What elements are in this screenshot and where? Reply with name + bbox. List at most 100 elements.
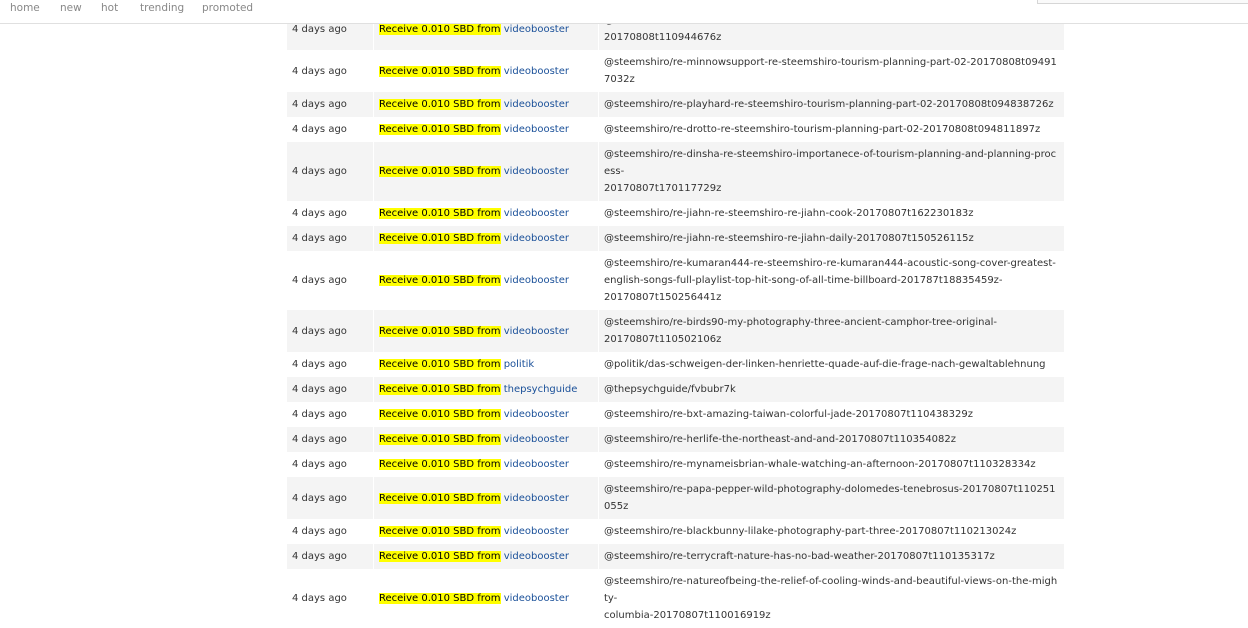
row-operation: Receive 0.010 SBD from videobooster <box>373 226 598 251</box>
row-memo: @steemshiro/re-drotto-re-steemshiro-tour… <box>598 117 1064 142</box>
transfer-rows: 4 days ago Receive 0.010 SBD from videobo… <box>286 8 1064 628</box>
nav-promoted-link[interactable]: promoted <box>202 2 253 14</box>
operation-label: Receive 0.010 SBD from <box>379 384 501 395</box>
sender-link[interactable]: videobooster <box>504 233 569 244</box>
sender-link[interactable]: videobooster <box>504 124 569 135</box>
table-row: 4 days ago Receive 0.010 SBD from videobo… <box>286 142 1064 201</box>
row-operation: Receive 0.010 SBD from videobooster <box>373 50 598 92</box>
operation-label: Receive 0.010 SBD from <box>379 593 501 604</box>
nav-trending-link[interactable]: trending <box>140 2 184 14</box>
operation-label: Receive 0.010 SBD from <box>379 23 501 35</box>
memo-line: @steemshiro/re-jiahn-re-steemshiro-re-ji… <box>604 208 974 219</box>
row-memo: @steemshiro/re-playhard-re-steemshiro-to… <box>598 92 1064 117</box>
operation-label: Receive 0.010 SBD from <box>379 359 501 370</box>
row-memo: @steemshiro/re-natureofbeing-the-relief-… <box>598 569 1064 628</box>
sender-link[interactable]: videobooster <box>504 409 569 420</box>
nav-home-link[interactable]: home <box>10 2 40 14</box>
memo-line: @thepsychguide/fvbubr7k <box>604 384 736 395</box>
sender-link[interactable]: thepsychguide <box>504 384 578 395</box>
table-row: 4 days ago Receive 0.010 SBD from videobo… <box>286 427 1064 452</box>
operation-label: Receive 0.010 SBD from <box>379 492 501 504</box>
row-memo: @steemshiro/re-kumaran444-re-steemshiro-… <box>598 251 1064 310</box>
row-timestamp: 4 days ago <box>286 251 373 310</box>
row-operation: Receive 0.010 SBD from videobooster <box>373 402 598 427</box>
row-operation: Receive 0.010 SBD from videobooster <box>373 117 598 142</box>
row-timestamp: 4 days ago <box>286 402 373 427</box>
sender-link[interactable]: videobooster <box>504 24 569 35</box>
memo-line: @steemshiro/re-papa-pepper-wild-photogra… <box>604 484 1056 512</box>
table-row: 4 days ago Receive 0.010 SBD from videobo… <box>286 544 1064 569</box>
table-row: 4 days ago Receive 0.010 SBD from videobo… <box>286 117 1064 142</box>
sender-link[interactable]: videobooster <box>504 526 569 537</box>
row-timestamp: 4 days ago <box>286 569 373 628</box>
row-timestamp: 4 days ago <box>286 452 373 477</box>
row-operation: Receive 0.010 SBD from videobooster <box>373 569 598 628</box>
sender-link[interactable]: videobooster <box>504 434 569 445</box>
operation-label: Receive 0.010 SBD from <box>379 434 501 445</box>
row-operation: Receive 0.010 SBD from videobooster <box>373 519 598 544</box>
operation-label: Receive 0.010 SBD from <box>379 459 501 470</box>
row-timestamp: 4 days ago <box>286 226 373 251</box>
nav-hot-link[interactable]: hot <box>101 2 118 14</box>
row-timestamp: 4 days ago <box>286 544 373 569</box>
row-operation: Receive 0.010 SBD from thepsychguide <box>373 377 598 402</box>
operation-label: Receive 0.010 SBD from <box>379 124 501 135</box>
row-memo: @steemshiro/re-bxt-amazing-taiwan-colorf… <box>598 402 1064 427</box>
memo-line: @politik/das-schweigen-der-linken-henrie… <box>604 359 1046 370</box>
sender-link[interactable]: videobooster <box>504 275 569 286</box>
memo-line: @steemshiro/re-blackbunny-lilake-photogr… <box>604 526 1017 537</box>
row-timestamp: 4 days ago <box>286 201 373 226</box>
operation-label: Receive 0.010 SBD from <box>379 526 501 537</box>
operation-label: Receive 0.010 SBD from <box>379 208 501 219</box>
table-row: 4 days ago Receive 0.010 SBD from videobo… <box>286 92 1064 117</box>
memo-line: 20170808t110944676z <box>604 32 722 43</box>
row-memo: @steemshiro/re-herlife-the-northeast-and… <box>598 427 1064 452</box>
sender-link[interactable]: videobooster <box>504 208 569 219</box>
table-row: 4 days ago Receive 0.010 SBD from videobo… <box>286 310 1064 352</box>
operation-label: Receive 0.010 SBD from <box>379 275 501 286</box>
row-memo: @steemshiro/re-birds90-my-photography-th… <box>598 310 1064 352</box>
sender-link[interactable]: politik <box>504 359 535 370</box>
row-operation: Receive 0.010 SBD from videobooster <box>373 201 598 226</box>
row-operation: Receive 0.010 SBD from videobooster <box>373 251 598 310</box>
sender-link[interactable]: videobooster <box>504 493 569 504</box>
memo-line: @steemshiro/re-birds90-my-photography-th… <box>604 317 998 328</box>
row-operation: Receive 0.010 SBD from videobooster <box>373 544 598 569</box>
row-timestamp: 4 days ago <box>286 352 373 377</box>
row-operation: Receive 0.010 SBD from videobooster <box>373 427 598 452</box>
row-timestamp: 4 days ago <box>286 117 373 142</box>
table-row: 4 days ago Receive 0.010 SBD from videobo… <box>286 569 1064 628</box>
row-timestamp: 4 days ago <box>286 92 373 117</box>
row-memo: @steemshiro/re-jiahn-re-steemshiro-re-ji… <box>598 201 1064 226</box>
row-timestamp: 4 days ago <box>286 519 373 544</box>
sender-link[interactable]: videobooster <box>504 166 569 177</box>
table-row: 4 days ago Receive 0.010 SBD from videobo… <box>286 519 1064 544</box>
row-timestamp: 4 days ago <box>286 427 373 452</box>
operation-label: Receive 0.010 SBD from <box>379 325 501 337</box>
sender-link[interactable]: videobooster <box>504 99 569 110</box>
memo-line: @steemshiro/re-natureofbeing-the-relief-… <box>604 576 1058 604</box>
row-memo: @steemshiro/re-papa-pepper-wild-photogra… <box>598 477 1064 519</box>
table-row: 4 days ago Receive 0.010 SBD from videobo… <box>286 251 1064 310</box>
top-navigation: home new hot trending promoted <box>0 0 1248 24</box>
memo-line: @steemshiro/re-drotto-re-steemshiro-tour… <box>604 124 1041 135</box>
row-timestamp: 4 days ago <box>286 477 373 519</box>
memo-line: english-songs-full-playlist-top-hit-song… <box>604 275 1003 286</box>
sender-link[interactable]: videobooster <box>504 459 569 470</box>
row-operation: Receive 0.010 SBD from videobooster <box>373 92 598 117</box>
dropdown-panel-edge <box>1037 0 1248 4</box>
row-memo: @politik/das-schweigen-der-linken-henrie… <box>598 352 1064 377</box>
row-timestamp: 4 days ago <box>286 50 373 92</box>
table-row: 4 days ago Receive 0.010 SBD from videobo… <box>286 477 1064 519</box>
transfer-table: 4 days ago Receive 0.010 SBD from videobo… <box>286 8 1064 628</box>
operation-label: Receive 0.010 SBD from <box>379 233 501 244</box>
memo-line: @steemshiro/re-herlife-the-northeast-and… <box>604 434 957 445</box>
sender-link[interactable]: videobooster <box>504 593 569 604</box>
memo-line: @steemshiro/re-bxt-amazing-taiwan-colorf… <box>604 409 973 420</box>
nav-new-link[interactable]: new <box>60 2 82 14</box>
sender-link[interactable]: videobooster <box>504 66 569 77</box>
sender-link[interactable]: videobooster <box>504 551 569 562</box>
row-timestamp: 4 days ago <box>286 377 373 402</box>
transfer-history: 4 days ago Receive 0.010 SBD from videobo… <box>286 8 1064 628</box>
sender-link[interactable]: videobooster <box>504 326 569 337</box>
